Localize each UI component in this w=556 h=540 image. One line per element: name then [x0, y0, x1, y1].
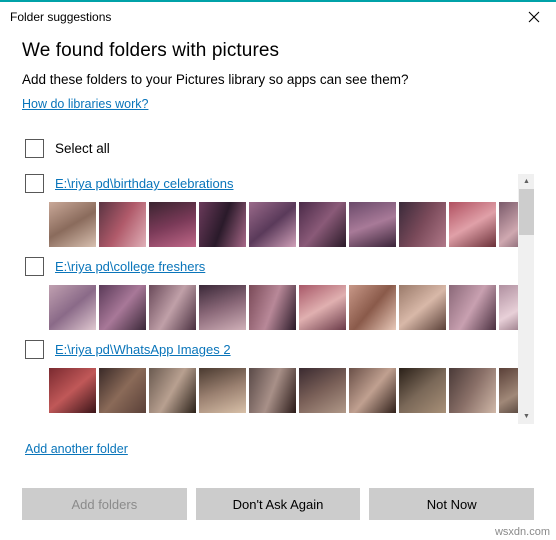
- thumbnail[interactable]: [149, 285, 196, 330]
- folder-item: E:\riya pd\college freshers: [22, 257, 534, 330]
- add-another-folder-row: Add another folder: [25, 432, 534, 458]
- thumbnail[interactable]: [199, 368, 246, 413]
- dont-ask-again-button[interactable]: Don't Ask Again: [195, 488, 361, 520]
- folder-item: E:\riya pd\birthday celebrations: [22, 174, 534, 247]
- thumbnail[interactable]: [449, 285, 496, 330]
- window-title: Folder suggestions: [10, 10, 112, 24]
- watermark: wsxdn.com: [494, 526, 550, 538]
- folder-header[interactable]: E:\riya pd\birthday celebrations: [25, 174, 520, 193]
- folder-header[interactable]: E:\riya pd\college freshers: [25, 257, 520, 276]
- folder-item: E:\riya pd\WhatsApp Images 2: [22, 340, 534, 413]
- folder-path-link[interactable]: E:\riya pd\birthday celebrations: [55, 176, 233, 191]
- thumbnail[interactable]: [99, 202, 146, 247]
- scroll-up-arrow-icon[interactable]: ▲: [519, 174, 534, 189]
- page-subtitle: Add these folders to your Pictures libra…: [22, 72, 409, 87]
- dialog-footer: Add folders Don't Ask Again Not Now: [0, 482, 556, 540]
- thumbnail[interactable]: [49, 368, 96, 413]
- thumbnail[interactable]: [199, 285, 246, 330]
- folder-thumbnail-strip: [49, 368, 534, 413]
- thumbnail[interactable]: [299, 285, 346, 330]
- thumbnail[interactable]: [249, 285, 296, 330]
- select-all-checkbox[interactable]: [25, 139, 44, 158]
- thumbnail[interactable]: [249, 202, 296, 247]
- folder-path-link[interactable]: E:\riya pd\college freshers: [55, 259, 205, 274]
- thumbnail[interactable]: [349, 285, 396, 330]
- folder-suggestions-window: Folder suggestions We found folders with…: [0, 0, 556, 540]
- thumbnail[interactable]: [399, 285, 446, 330]
- page-title: We found folders with pictures: [22, 40, 280, 61]
- folder-list-scrollbar[interactable]: ▲ ▼: [518, 174, 534, 424]
- folder-thumbnail-strip: [49, 285, 534, 330]
- thumbnail[interactable]: [299, 202, 346, 247]
- thumbnail[interactable]: [449, 202, 496, 247]
- scrollbar-thumb[interactable]: [519, 189, 534, 235]
- thumbnail[interactable]: [99, 285, 146, 330]
- folder-list: E:\riya pd\birthday celebrations E:\riya…: [22, 174, 534, 413]
- thumbnail[interactable]: [349, 202, 396, 247]
- add-another-folder-link[interactable]: Add another folder: [25, 442, 128, 456]
- thumbnail[interactable]: [99, 368, 146, 413]
- close-button[interactable]: [512, 3, 556, 32]
- not-now-button[interactable]: Not Now: [369, 488, 535, 520]
- folder-thumbnail-strip: [49, 202, 534, 247]
- thumbnail[interactable]: [399, 368, 446, 413]
- thumbnail[interactable]: [199, 202, 246, 247]
- thumbnail[interactable]: [49, 285, 96, 330]
- folder-header[interactable]: E:\riya pd\WhatsApp Images 2: [25, 340, 520, 359]
- thumbnail[interactable]: [449, 368, 496, 413]
- close-icon: [528, 11, 540, 23]
- folder-checkbox[interactable]: [25, 174, 44, 193]
- scroll-down-arrow-icon[interactable]: ▼: [519, 409, 534, 424]
- thumbnail[interactable]: [249, 368, 296, 413]
- select-all-row[interactable]: Select all: [25, 139, 534, 158]
- folder-checkbox[interactable]: [25, 340, 44, 359]
- thumbnail[interactable]: [299, 368, 346, 413]
- thumbnail[interactable]: [149, 368, 196, 413]
- folder-path-link[interactable]: E:\riya pd\WhatsApp Images 2: [55, 342, 231, 357]
- dialog-content: We found folders with pictures Add these…: [0, 40, 556, 458]
- libraries-help-link[interactable]: How do libraries work?: [22, 97, 148, 111]
- select-all-label: Select all: [55, 141, 110, 156]
- add-folders-button[interactable]: Add folders: [22, 488, 187, 520]
- folder-checkbox[interactable]: [25, 257, 44, 276]
- folder-scroll-area: E:\riya pd\birthday celebrations E:\riya…: [22, 174, 534, 424]
- thumbnail[interactable]: [399, 202, 446, 247]
- thumbnail[interactable]: [49, 202, 96, 247]
- thumbnail[interactable]: [149, 202, 196, 247]
- title-bar: Folder suggestions: [0, 2, 556, 32]
- thumbnail[interactable]: [349, 368, 396, 413]
